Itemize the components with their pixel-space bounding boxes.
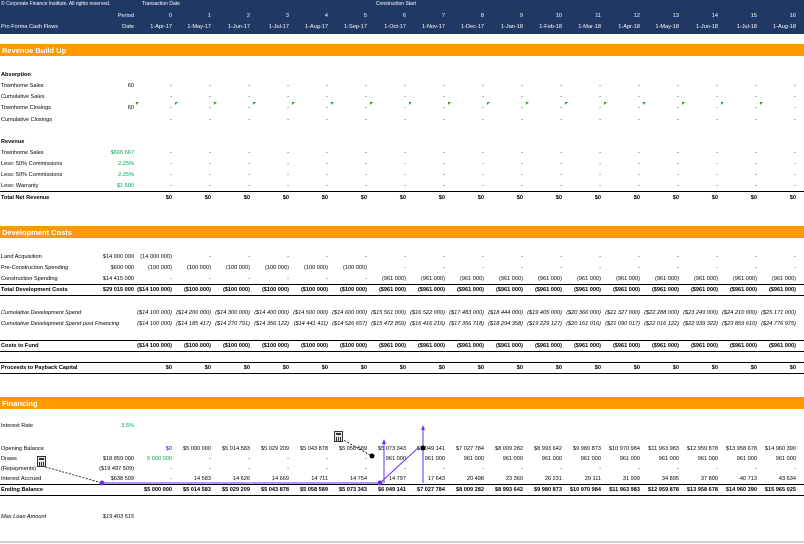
trace-arrow-purple	[379, 447, 419, 484]
arrow-head-icon	[382, 439, 386, 444]
trace-dot-icon	[420, 445, 426, 451]
trace-arrow-dashed	[337, 436, 373, 457]
calculator-icon[interactable]	[37, 456, 46, 467]
trace-arrow-dashed	[41, 465, 103, 484]
trace-dot-icon	[377, 480, 383, 486]
formula-trace-arrows	[41, 425, 426, 486]
trace-dot-icon	[369, 453, 375, 459]
calculator-icon[interactable]	[334, 431, 343, 442]
arrow-head-icon	[421, 425, 425, 430]
trace-dot-icon	[99, 480, 105, 486]
